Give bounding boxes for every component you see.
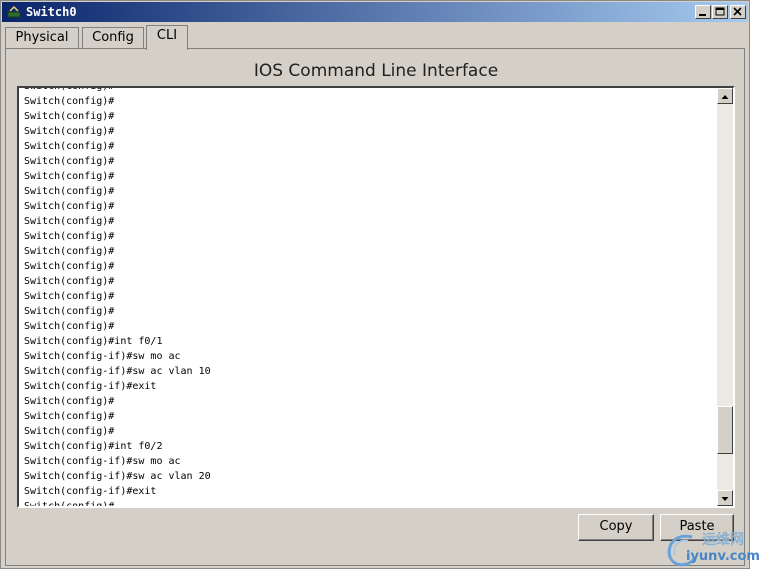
console-line: Switch(config)# <box>24 86 115 92</box>
watermark-bottom-text: iyunv.com <box>686 549 760 564</box>
console-line: Switch(config-if)#sw ac vlan 20 <box>24 471 211 482</box>
minimize-icon <box>699 14 706 16</box>
tab-config[interactable]: Config <box>82 27 144 49</box>
close-button[interactable] <box>730 5 746 19</box>
console-line: Switch(config)# <box>24 111 115 122</box>
watermark-top-text: 运维网 <box>702 532 744 548</box>
watermark-logo: 运维网 iyunv.com <box>662 527 766 571</box>
console-line: Switch(config)# <box>24 276 115 287</box>
scroll-thumb[interactable] <box>717 406 733 454</box>
cli-console[interactable]: Switch(config)# Switch(config)# Switch(con… <box>17 86 735 508</box>
title-bar[interactable]: Switch0 <box>2 2 748 22</box>
console-line: Switch(config-if)#exit <box>24 486 157 497</box>
switch-window: Switch0 Physical Config CLI IOS Command … <box>0 0 750 569</box>
console-line: Switch(config)# <box>24 501 115 508</box>
copy-button[interactable]: Copy <box>578 514 654 541</box>
minimize-button[interactable] <box>695 5 711 19</box>
console-line: Switch(config)# <box>24 186 115 197</box>
arrow-down-icon <box>721 497 729 501</box>
cli-heading: IOS Command Line Interface <box>253 61 499 81</box>
console-line: Switch(config)#int f0/1 <box>24 336 163 347</box>
scroll-up-button[interactable] <box>717 88 733 104</box>
console-line: Switch(config)# <box>24 231 115 242</box>
console-line: Switch(config)# <box>24 426 115 437</box>
console-line: Switch(config)# <box>24 96 115 107</box>
console-line: Switch(config)# <box>24 216 115 227</box>
console-line: Switch(config)# <box>24 171 115 182</box>
console-line: Switch(config-if)#sw mo ac <box>24 351 181 362</box>
switch-app-icon <box>7 5 21 19</box>
console-line: Switch(config)# <box>24 321 115 332</box>
scroll-down-button[interactable] <box>717 490 733 506</box>
tab-physical[interactable]: Physical <box>5 27 79 49</box>
console-line: Switch(config-if)#exit <box>24 381 157 392</box>
console-output: Switch(config)# Switch(config)# Switch(con… <box>24 86 211 508</box>
console-line: Switch(config)# <box>24 126 115 137</box>
arrow-up-icon <box>721 95 729 99</box>
console-line: Switch(config)# <box>24 411 115 422</box>
close-icon <box>733 7 742 16</box>
console-line: Switch(config-if)#sw mo ac <box>24 456 181 467</box>
maximize-icon <box>715 7 725 16</box>
tab-cli[interactable]: CLI <box>146 25 188 50</box>
window-title: Switch0 <box>26 5 77 19</box>
console-line: Switch(config)#int f0/2 <box>24 441 163 452</box>
console-line: Switch(config)# <box>24 291 115 302</box>
console-line: Switch(config)# <box>24 141 115 152</box>
console-line: Switch(config)# <box>24 306 115 317</box>
console-line: Switch(config)# <box>24 396 115 407</box>
console-line: Switch(config-if)#sw ac vlan 10 <box>24 366 211 377</box>
console-scrollbar[interactable] <box>717 88 733 506</box>
console-line: Switch(config)# <box>24 261 115 272</box>
console-line: Switch(config)# <box>24 201 115 212</box>
console-line: Switch(config)# <box>24 246 115 257</box>
maximize-button[interactable] <box>712 5 728 19</box>
console-line: Switch(config)# <box>24 156 115 167</box>
